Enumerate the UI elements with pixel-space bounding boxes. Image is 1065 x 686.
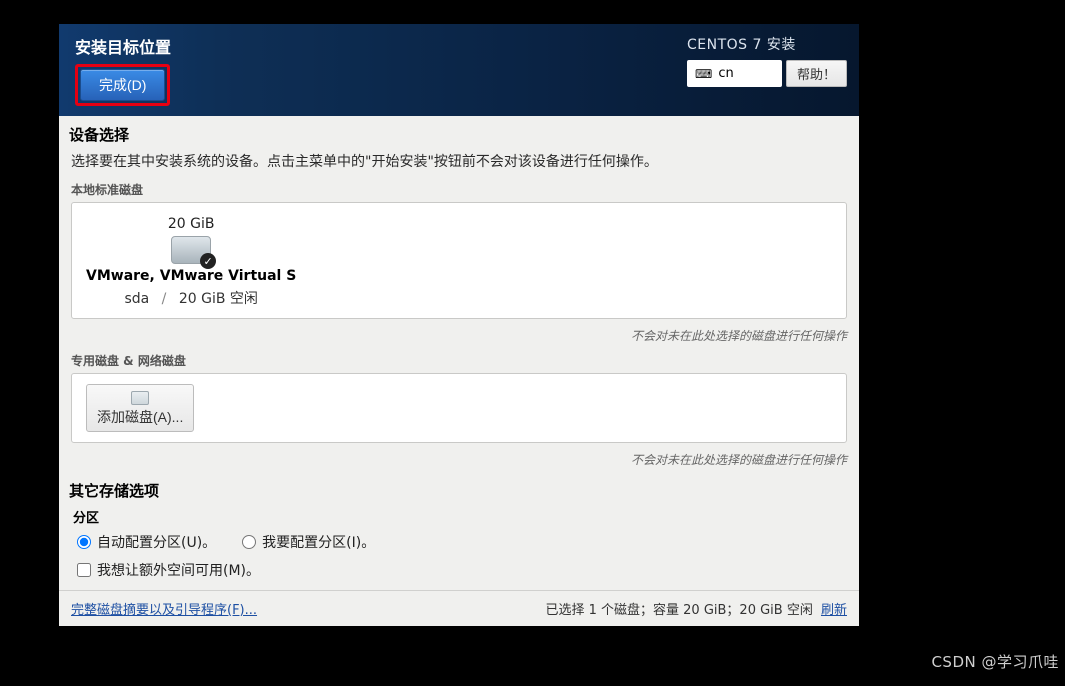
lang-help-row: ⌨ cn 帮助！ xyxy=(687,60,847,87)
other-storage-title: 其它存储选项 xyxy=(59,476,859,505)
special-disks-label: 专用磁盘 & 网络磁盘 xyxy=(59,352,859,373)
special-disks-note: 不会对未在此处选择的磁盘进行任何操作 xyxy=(59,449,859,476)
disk-item[interactable]: 20 GiB ✓ VMware, VMware Virtual S sda / … xyxy=(86,216,296,308)
extra-space-checkbox[interactable] xyxy=(77,563,91,577)
extra-space-label: 我想让额外空间可用(M)。 xyxy=(97,560,260,580)
disk-name: VMware, VMware Virtual S xyxy=(86,268,296,284)
header-bar: 安装目标位置 完成(D) CENTOS 7 安装 ⌨ cn 帮助！ xyxy=(59,24,859,116)
header-left: 安装目标位置 完成(D) xyxy=(75,34,171,106)
separator: / xyxy=(162,291,167,307)
device-selection-title: 设备选择 xyxy=(59,116,859,147)
watermark: CSDN @学习爪哇 xyxy=(931,651,1059,672)
add-disk-icon xyxy=(131,391,149,405)
check-icon: ✓ xyxy=(200,253,216,269)
done-button[interactable]: 完成(D) xyxy=(80,69,165,101)
footer-status: 已选择 1 个磁盘；容量 20 GiB；20 GiB 空闲 刷新 xyxy=(545,599,847,618)
page-title: 安装目标位置 xyxy=(75,34,171,58)
header-right: CENTOS 7 安装 ⌨ cn 帮助！ xyxy=(687,34,847,87)
done-button-highlight: 完成(D) xyxy=(75,64,170,106)
refresh-link[interactable]: 刷新 xyxy=(821,603,847,618)
auto-partition-label: 自动配置分区(U)。 xyxy=(97,532,216,552)
auto-partition-radio[interactable] xyxy=(77,535,91,549)
keyboard-layout-selector[interactable]: ⌨ cn xyxy=(687,60,782,87)
selection-status: 已选择 1 个磁盘；容量 20 GiB；20 GiB 空闲 xyxy=(545,603,812,618)
auto-partition-option[interactable]: 自动配置分区(U)。 xyxy=(77,532,216,552)
help-button[interactable]: 帮助！ xyxy=(786,60,847,87)
hard-drive-icon: ✓ xyxy=(171,236,211,264)
manual-partition-option[interactable]: 我要配置分区(I)。 xyxy=(242,532,375,552)
disk-detail: sda / 20 GiB 空闲 xyxy=(124,288,257,308)
local-disks-label: 本地标准磁盘 xyxy=(59,181,859,202)
manual-partition-label: 我要配置分区(I)。 xyxy=(262,532,375,552)
disk-size: 20 GiB xyxy=(168,216,215,232)
special-disks-panel: 添加磁盘(A)... xyxy=(71,373,847,443)
add-disk-label: 添加磁盘(A)... xyxy=(97,407,183,427)
main-content: 设备选择 选择要在其中安装系统的设备。点击主菜单中的"开始安装"按钮前不会对该设… xyxy=(59,116,859,590)
keyboard-layout-code: cn xyxy=(718,66,733,81)
manual-partition-radio[interactable] xyxy=(242,535,256,549)
add-disk-button[interactable]: 添加磁盘(A)... xyxy=(86,384,194,432)
installer-name: CENTOS 7 安装 xyxy=(687,34,796,54)
local-disks-note: 不会对未在此处选择的磁盘进行任何操作 xyxy=(59,325,859,352)
footer-bar: 完整磁盘摘要以及引导程序(F)... 已选择 1 个磁盘；容量 20 GiB；2… xyxy=(59,590,859,626)
installer-window: 安装目标位置 完成(D) CENTOS 7 安装 ⌨ cn 帮助！ 设备选择 选… xyxy=(59,24,859,626)
partition-radio-row: 自动配置分区(U)。 我要配置分区(I)。 xyxy=(59,528,859,556)
disk-ident: sda xyxy=(124,291,149,307)
local-disks-panel: 20 GiB ✓ VMware, VMware Virtual S sda / … xyxy=(71,202,847,319)
extra-space-row: 我想让额外空间可用(M)。 xyxy=(59,556,859,586)
disk-free: 20 GiB 空闲 xyxy=(179,291,258,307)
extra-space-option[interactable]: 我想让额外空间可用(M)。 xyxy=(77,560,841,580)
partition-label: 分区 xyxy=(59,505,859,528)
disk-summary-link[interactable]: 完整磁盘摘要以及引导程序(F)... xyxy=(71,599,257,618)
keyboard-icon: ⌨ xyxy=(695,67,712,81)
device-selection-desc: 选择要在其中安装系统的设备。点击主菜单中的"开始安装"按钮前不会对该设备进行任何… xyxy=(59,147,859,181)
